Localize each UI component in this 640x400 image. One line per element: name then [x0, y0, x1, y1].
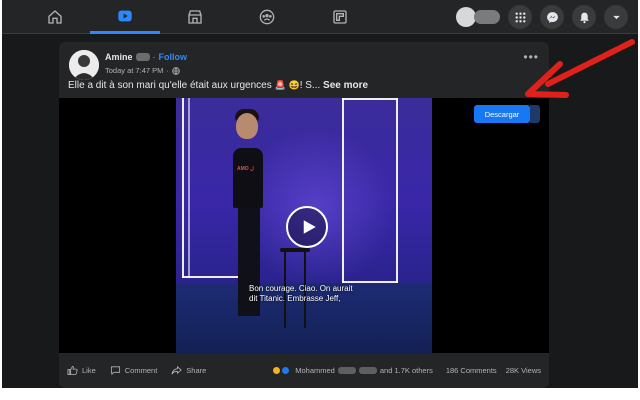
caption-text: Elle a dit à son mari qu'elle était aux … — [68, 80, 275, 91]
author-avatar[interactable] — [69, 50, 99, 80]
download-button[interactable]: Descargar — [474, 105, 530, 123]
avatar — [456, 7, 476, 27]
comment-label: Comment — [124, 366, 158, 375]
author-name[interactable]: Amine — [105, 52, 133, 62]
groups-icon — [259, 9, 275, 25]
haha-reaction-icon — [272, 366, 282, 375]
video-player[interactable]: AMO ل Bon courage. Ciao. On aurait dit T… — [59, 98, 549, 353]
stage-light-bar — [182, 276, 242, 278]
nav-tab-watch[interactable] — [90, 0, 160, 34]
play-icon — [303, 220, 316, 234]
home-icon — [48, 10, 62, 24]
comment-button[interactable]: Comment — [110, 365, 158, 376]
reaction-others-count: and 1.7K others — [379, 366, 433, 375]
post-footer: Like Comment Share Mohammed and 1.7K oth… — [59, 353, 549, 388]
like-label: Like — [82, 366, 96, 375]
marketplace-icon — [188, 10, 202, 24]
post-meta: Today at 7:47 PM · — [105, 66, 180, 75]
share-button[interactable]: Share — [171, 365, 206, 376]
post-options-button[interactable]: ••• — [523, 50, 539, 64]
menu-grid-icon — [515, 12, 525, 22]
stage-light-bar — [342, 98, 344, 283]
share-icon — [171, 365, 182, 375]
more-options-icon: ••• — [523, 50, 539, 64]
video-frame: AMO ل Bon courage. Ciao. On aurait dit T… — [176, 98, 432, 353]
top-navigation-bar — [2, 0, 638, 34]
thumbs-up-icon — [67, 365, 78, 376]
views-count[interactable]: 28K Views — [506, 366, 541, 375]
caption-text-tail: ! S... — [299, 80, 321, 91]
performer — [236, 113, 258, 139]
video-subtitle: Bon courage. Ciao. On aurait dit Titanic… — [249, 284, 353, 303]
notifications-icon — [579, 12, 589, 23]
gaming-icon — [333, 10, 347, 24]
menu-button[interactable] — [508, 5, 532, 29]
comment-icon — [110, 366, 120, 376]
globe-icon — [172, 66, 180, 75]
stage-light-bar — [342, 98, 398, 100]
reactor-name: Mohammed — [295, 366, 335, 375]
blurred-profile-name — [474, 10, 500, 24]
nav-tab-groups[interactable] — [232, 0, 302, 34]
profile-shortcut[interactable] — [456, 6, 500, 28]
post-caption: Elle a dit à son mari qu'elle était aux … — [68, 80, 368, 91]
stage-light-bar — [188, 98, 190, 278]
siren-emoji-icon: 🚨 — [274, 80, 286, 90]
messenger-icon — [546, 11, 558, 23]
author-line: Amine · Follow — [105, 52, 187, 62]
nav-tab-gaming[interactable] — [305, 0, 375, 34]
right-toolbar — [456, 5, 628, 29]
shirt-print: AMO ل — [237, 166, 254, 172]
blurred-reactor-surname — [337, 367, 356, 374]
comments-count[interactable]: 186 Comments — [446, 366, 497, 375]
blurred-author-surname — [135, 53, 150, 61]
reactions-summary[interactable]: Mohammed and 1.7K others 186 Comments 28… — [272, 366, 541, 375]
blurred-reactor-surname — [358, 367, 377, 374]
notifications-button[interactable] — [572, 5, 596, 29]
performer — [233, 148, 263, 208]
separator-dot: · — [152, 52, 156, 62]
follow-link[interactable]: Follow — [159, 52, 188, 62]
stage-light-bar — [396, 98, 398, 283]
see-more-link[interactable]: See more — [323, 80, 368, 91]
like-button[interactable]: Like — [67, 365, 96, 376]
share-label: Share — [186, 366, 207, 375]
nav-tab-marketplace[interactable] — [160, 0, 230, 34]
video-post-card: Amine · Follow Today at 7:47 PM · ••• El… — [59, 42, 549, 388]
download-button-edge — [530, 105, 540, 123]
play-button[interactable] — [286, 206, 328, 248]
messenger-button[interactable] — [540, 5, 564, 29]
stage-light-bar — [182, 98, 184, 278]
separator-dot: · — [166, 66, 169, 75]
account-dropdown-button[interactable] — [604, 5, 628, 29]
watch-icon — [118, 10, 132, 21]
account-dropdown-icon — [612, 15, 620, 19]
post-timestamp[interactable]: Today at 7:47 PM — [105, 66, 163, 75]
app-window: Amine · Follow Today at 7:47 PM · ••• El… — [2, 0, 638, 388]
like-reaction-icon — [281, 366, 291, 375]
nav-tab-home[interactable] — [20, 0, 90, 34]
laughing-emoji-icon: 😆 — [288, 80, 300, 90]
